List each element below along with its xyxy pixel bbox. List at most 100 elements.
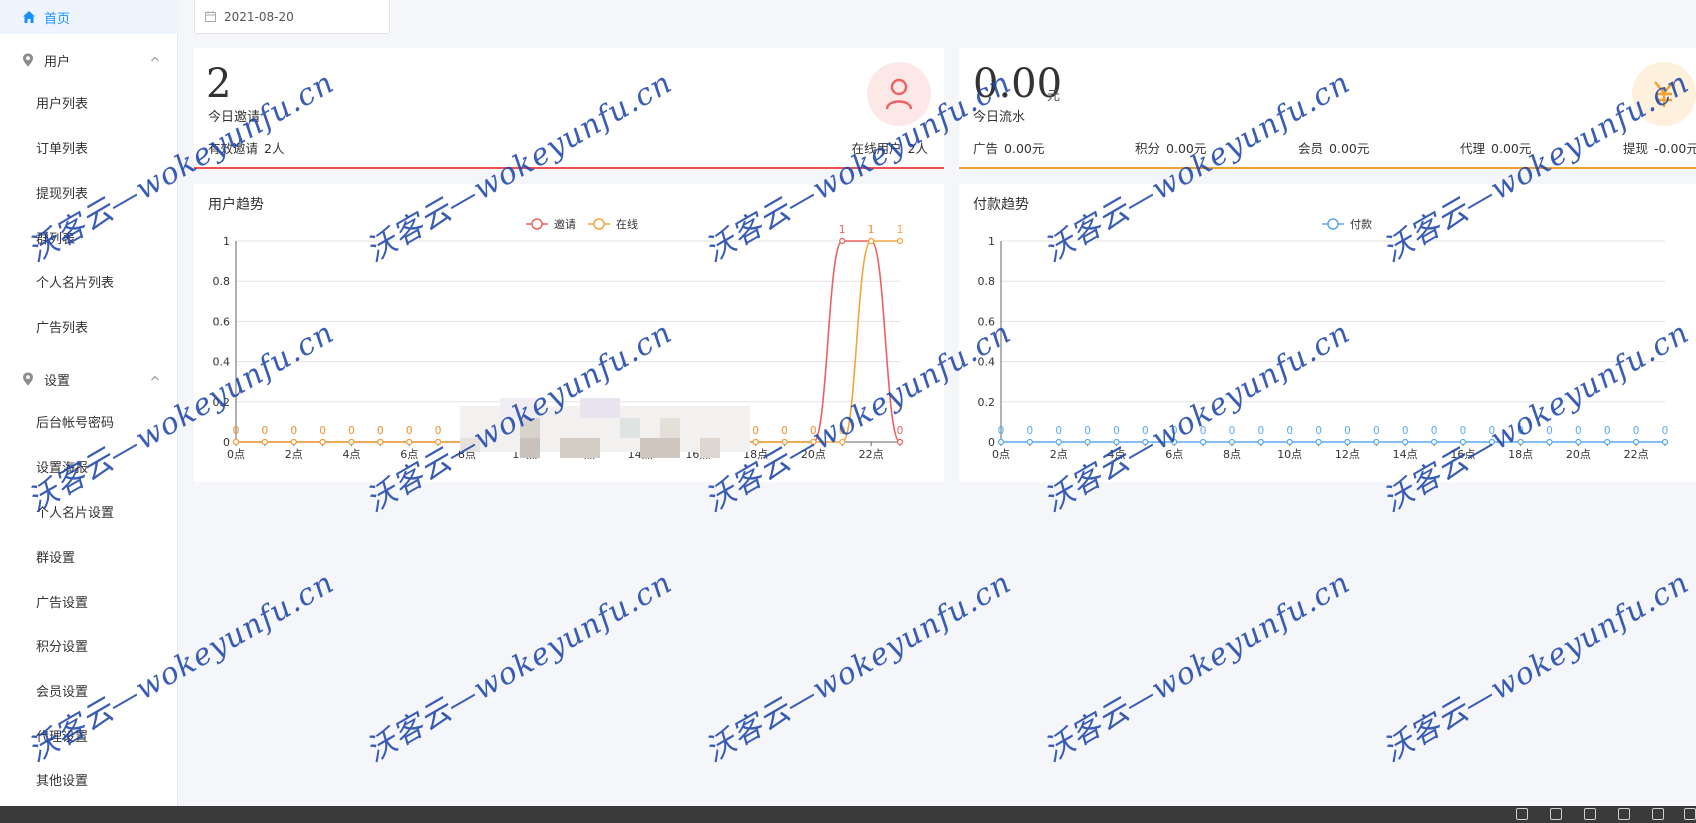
data-label: 0: [1373, 425, 1380, 437]
date-picker[interactable]: 2021-08-20: [194, 0, 390, 34]
data-label: 0: [233, 425, 240, 437]
y-tick-label: 0.8: [978, 275, 996, 288]
data-label: 0: [1517, 425, 1524, 437]
taskbar: [0, 806, 1696, 823]
data-point: [261, 438, 268, 446]
data-point: [1488, 438, 1495, 446]
data-point: [377, 438, 384, 446]
data-label: 0: [1286, 425, 1293, 437]
sidebar-item-member-settings[interactable]: 会员设置: [36, 683, 88, 703]
data-point: [290, 438, 297, 446]
x-tick-label: 22点: [1624, 448, 1649, 461]
data-label: 0: [1633, 425, 1640, 437]
data-point: [752, 438, 759, 446]
data-label: 0: [839, 425, 846, 437]
redacted-area: [460, 398, 750, 460]
accent-underline: [959, 167, 1696, 169]
data-label: 0: [1662, 425, 1669, 437]
data-point: [406, 438, 413, 446]
data-label: 0: [810, 425, 817, 437]
data-label: 0: [262, 425, 269, 437]
sidebar-item-group-list[interactable]: 群列表: [36, 230, 75, 250]
sidebar-item-poster-settings[interactable]: 设置海报: [36, 459, 88, 479]
x-tick-label: 16点: [1450, 448, 1475, 461]
data-label: 0: [781, 425, 788, 437]
data-label: 0: [1257, 425, 1264, 437]
row-label: 广告: [973, 141, 999, 156]
data-label: 0: [1027, 425, 1034, 437]
tray-icon[interactable]: [1584, 808, 1596, 820]
row-label: 提现: [1623, 141, 1649, 156]
sidebar-item-ad-list[interactable]: 广告列表: [36, 319, 88, 339]
watermark-text: 沃客云—wokeyunfu.cn: [1038, 565, 1357, 770]
data-point: [1055, 438, 1062, 446]
sidebar-item-card-settings[interactable]: 个人名片设置: [36, 504, 114, 524]
sidebar-group-label: 设置: [44, 373, 71, 389]
sidebar-item-other-settings[interactable]: 其他设置: [36, 772, 88, 792]
data-point: [1604, 438, 1611, 446]
row-value: 0.00元: [1166, 141, 1207, 156]
data-label: 0: [377, 425, 384, 437]
sidebar-group-settings[interactable]: 设置: [0, 359, 178, 399]
data-point: [1633, 438, 1640, 446]
tray-icon[interactable]: [1652, 808, 1664, 820]
sidebar-item-withdraw-list[interactable]: 提现列表: [36, 185, 88, 205]
sidebar-item-admin-password[interactable]: 后台帐号密码: [36, 414, 114, 434]
revenue-label: 今日流水: [973, 110, 1026, 125]
sidebar-item-agent-settings[interactable]: 代理设置: [36, 728, 88, 748]
x-tick-label: 6点: [400, 448, 418, 461]
data-label: 0: [1460, 425, 1467, 437]
data-point: [1113, 438, 1120, 446]
points-income-row: 积分 0.00元: [1135, 138, 1206, 157]
data-label: 0: [290, 425, 297, 437]
date-value: 2021-08-20: [224, 9, 294, 24]
sidebar-item-home[interactable]: 首页: [0, 0, 178, 34]
member-income-row: 会员 0.00元: [1298, 138, 1369, 157]
row-label: 会员: [1298, 141, 1324, 156]
data-label: 0: [1229, 425, 1236, 437]
x-tick-label: 6点: [1165, 448, 1183, 461]
tray-icon[interactable]: [1684, 808, 1696, 820]
tray-icon[interactable]: [1516, 808, 1528, 820]
data-point: [232, 438, 240, 446]
x-tick-label: 20点: [801, 448, 826, 461]
data-point: [896, 438, 904, 446]
row-value: -0.00元: [1654, 141, 1696, 156]
data-label: 1: [897, 224, 904, 236]
data-label: 0: [752, 425, 759, 437]
tray-icon[interactable]: [1618, 808, 1630, 820]
data-point: [868, 237, 875, 245]
tray-icon[interactable]: [1550, 808, 1562, 820]
sidebar-item-group-settings[interactable]: 群设置: [36, 549, 75, 569]
row-label: 有效邀请: [208, 141, 259, 156]
row-value: 0.00元: [1004, 141, 1045, 156]
sidebar-group-user[interactable]: 用户: [0, 40, 178, 80]
x-tick-label: 12点: [1335, 448, 1360, 461]
y-tick-label: 0.4: [978, 356, 996, 369]
data-label: 0: [897, 425, 904, 437]
sidebar-item-ad-settings[interactable]: 广告设置: [36, 594, 88, 614]
yen-icon-badge: [1632, 62, 1696, 126]
row-value: 2人: [907, 141, 928, 156]
data-point: [997, 438, 1005, 446]
data-point: [839, 237, 846, 245]
y-tick-label: 0.8: [213, 275, 231, 288]
data-label: 0: [1604, 425, 1611, 437]
legend-marker: [593, 218, 605, 230]
data-point: [1430, 438, 1438, 446]
sidebar-item-user-list[interactable]: 用户列表: [36, 95, 88, 115]
data-label: 0: [1142, 425, 1149, 437]
watermark-text: 沃客云—wokeyunfu.cn: [1377, 565, 1696, 770]
data-label: 0: [1113, 425, 1120, 437]
dashboard-root: 首页 用户 用户列表 订单列表 提现列表 群列表 个人名片列表 广告列表 设置 …: [0, 0, 1696, 823]
sidebar-item-points-settings[interactable]: 积分设置: [36, 638, 88, 658]
revenue-stat-card: 0.00 元 今日流水 广告 0.00元 积分 0.00元 会员 0.00元 代理 0.…: [959, 48, 1696, 169]
sidebar-item-order-list[interactable]: 订单列表: [36, 140, 88, 160]
data-label: 0: [1344, 425, 1351, 437]
row-value: 0.00元: [1329, 141, 1370, 156]
y-tick-label: 0.6: [978, 315, 996, 328]
data-point: [839, 438, 846, 446]
sidebar-item-card-list[interactable]: 个人名片列表: [36, 274, 114, 294]
x-tick-label: 4点: [1107, 448, 1125, 461]
legend-label: 邀请: [554, 217, 576, 231]
